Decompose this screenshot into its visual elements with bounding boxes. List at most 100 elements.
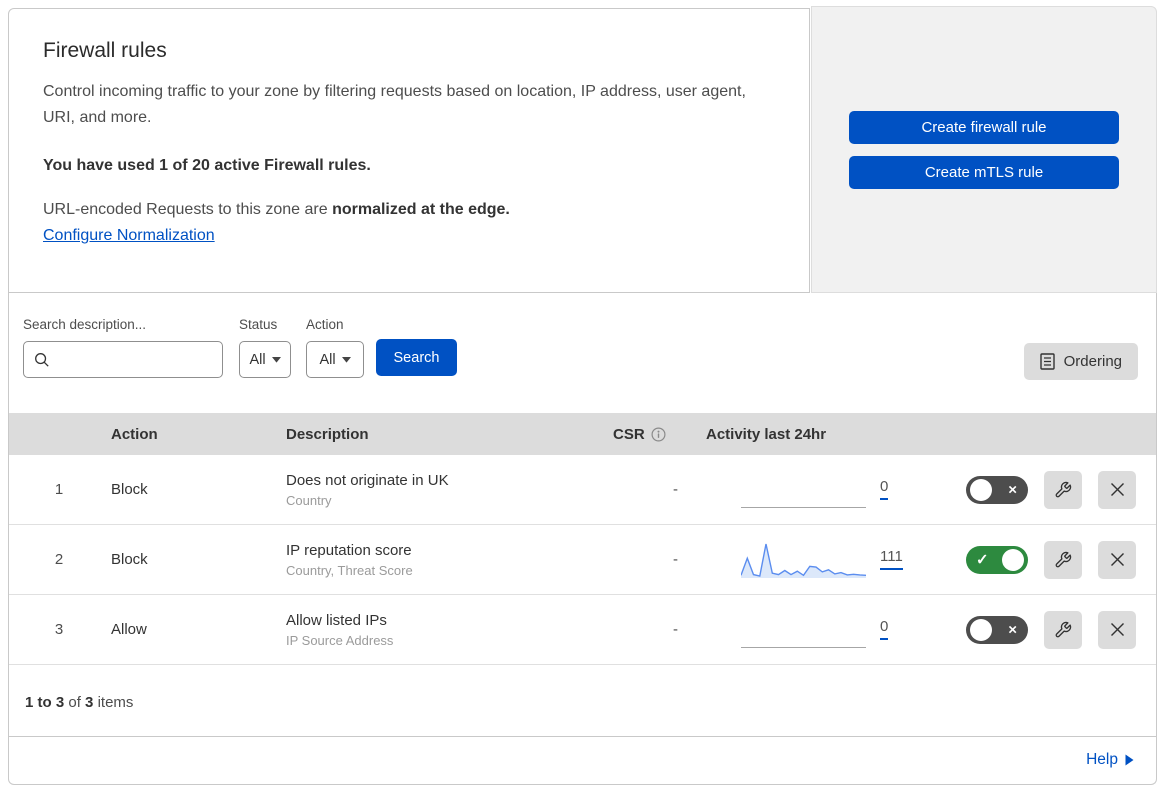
table-row: 3 Allow Allow listed IPs IP Source Addre… [9,595,1156,665]
rule-csr-value: - [673,621,678,638]
rule-description-text: Does not originate in UK [286,471,449,489]
rule-description: IP reputation score Country, Threat Scor… [284,542,609,578]
close-icon [1110,552,1125,567]
enable-toggle[interactable]: × ✓ [966,615,1028,644]
configure-normalization-link[interactable]: Configure Normalization [43,227,215,245]
actions-panel: Create firewall rule Create mTLS rule [811,6,1157,293]
rule-action: Block [111,481,148,498]
status-label: Status [239,317,278,332]
rule-description-text: Allow listed IPs [286,611,387,629]
intro-card: Firewall rules Control incoming traffic … [8,8,810,293]
ordering-button-label: Ordering [1063,353,1122,370]
filter-bar: Search description... Status All Action … [9,293,1156,413]
chevron-down-icon [271,356,281,363]
items-label: items [97,694,134,711]
rule-priority: 2 [54,551,64,568]
enable-toggle[interactable]: × ✓ [966,475,1028,504]
usage-summary: You have used 1 of 20 active Firewall ru… [43,156,371,174]
close-icon [1110,622,1125,637]
action-label: Action [306,317,344,332]
page-description: Control incoming traffic to your zone by… [43,83,746,126]
search-box[interactable] [23,341,223,378]
action-filter-group: Action All [306,317,364,378]
rule-priority: 1 [54,481,64,498]
help-link[interactable]: Help [1086,751,1118,769]
rule-activity-cell: 0 [694,610,924,650]
normalization-note-bold: normalized at the edge. [332,200,510,218]
wrench-icon [1054,481,1072,499]
normalization-note-prefix: URL-encoded Requests to this zone are [43,200,333,218]
delete-rule-button[interactable] [1098,610,1136,649]
delete-rule-button[interactable] [1098,470,1136,509]
status-dropdown-value: All [249,351,266,368]
action-dropdown[interactable]: All [306,341,364,378]
firewall-rules-page: Firewall rules Control incoming traffic … [0,0,1161,791]
rule-controls: × ✓ [924,610,1156,649]
table-row: 2 Block IP reputation score Country, Thr… [9,525,1156,595]
activity-count-link[interactable]: 0 [880,618,889,641]
items-of-text: of [68,694,81,711]
rule-priority: 3 [54,621,64,638]
activity-sparkline [741,540,866,580]
status-dropdown[interactable]: All [239,341,291,378]
column-header-activity: Activity last 24hr [706,425,827,443]
column-header-csr: CSR [609,426,694,443]
normalization-note: URL-encoded Requests to this zone are no… [43,201,775,219]
activity-count-link[interactable]: 0 [880,478,889,501]
toggle-x-icon: × [1008,621,1017,638]
create-mtls-rule-button[interactable]: Create mTLS rule [849,155,1119,189]
edit-rule-button[interactable] [1044,540,1082,579]
column-header-description: Description [286,425,369,443]
help-arrow-icon [1125,754,1134,766]
status-filter-group: Status All [239,317,291,378]
rule-description: Allow listed IPs IP Source Address [284,612,609,648]
ordering-button[interactable]: Ordering [1023,343,1138,380]
activity-sparkline [741,610,866,650]
ordering-list-icon [1039,353,1055,370]
column-header-csr-label: CSR [613,425,645,443]
close-icon [1110,482,1125,497]
rule-description-text: IP reputation score [286,541,412,559]
chevron-down-icon [341,356,351,363]
rule-fields-text: Country, Threat Score [286,562,413,578]
enable-toggle[interactable]: × ✓ [966,545,1028,574]
rule-csr-value: - [673,481,678,498]
table-row: 1 Block Does not originate in UK Country… [9,455,1156,525]
rules-list-card: Search description... Status All Action … [8,293,1157,785]
info-icon[interactable] [651,426,666,442]
rule-fields-text: IP Source Address [286,632,394,648]
search-group: Search description... [23,317,223,378]
action-dropdown-value: All [319,351,336,368]
toggle-check-icon: ✓ [976,551,989,568]
rule-fields-text: Country [286,492,332,508]
items-range: 1 to 3 [25,694,65,711]
search-button[interactable]: Search [376,339,457,376]
wrench-icon [1054,551,1072,569]
page-title: Firewall rules [43,39,167,62]
toggle-x-icon: × [1008,481,1017,498]
rule-activity-cell: 0 [694,470,924,510]
activity-sparkline [741,470,866,510]
items-total: 3 [85,694,94,711]
search-icon [34,352,50,368]
create-firewall-rule-button[interactable]: Create firewall rule [849,110,1119,144]
rule-controls: × ✓ [924,470,1156,509]
rule-activity-cell: 111 [694,540,924,580]
search-label: Search description... [23,317,147,332]
rule-csr-value: - [673,551,678,568]
table-header-row: Action Description CSR Activity last 24h… [9,413,1156,455]
help-strip: Help [9,736,1156,783]
edit-rule-button[interactable] [1044,470,1082,509]
search-input[interactable] [56,351,212,368]
rule-action: Block [111,551,148,568]
rule-description: Does not originate in UK Country [284,472,609,508]
pagination-summary: 1 to 3 of 3 items [9,665,1156,736]
edit-rule-button[interactable] [1044,610,1082,649]
delete-rule-button[interactable] [1098,540,1136,579]
activity-count-link[interactable]: 111 [880,548,903,571]
wrench-icon [1054,621,1072,639]
rule-controls: × ✓ [924,540,1156,579]
toggle-knob [970,478,992,501]
column-header-action: Action [111,425,158,443]
toggle-knob [970,618,992,641]
